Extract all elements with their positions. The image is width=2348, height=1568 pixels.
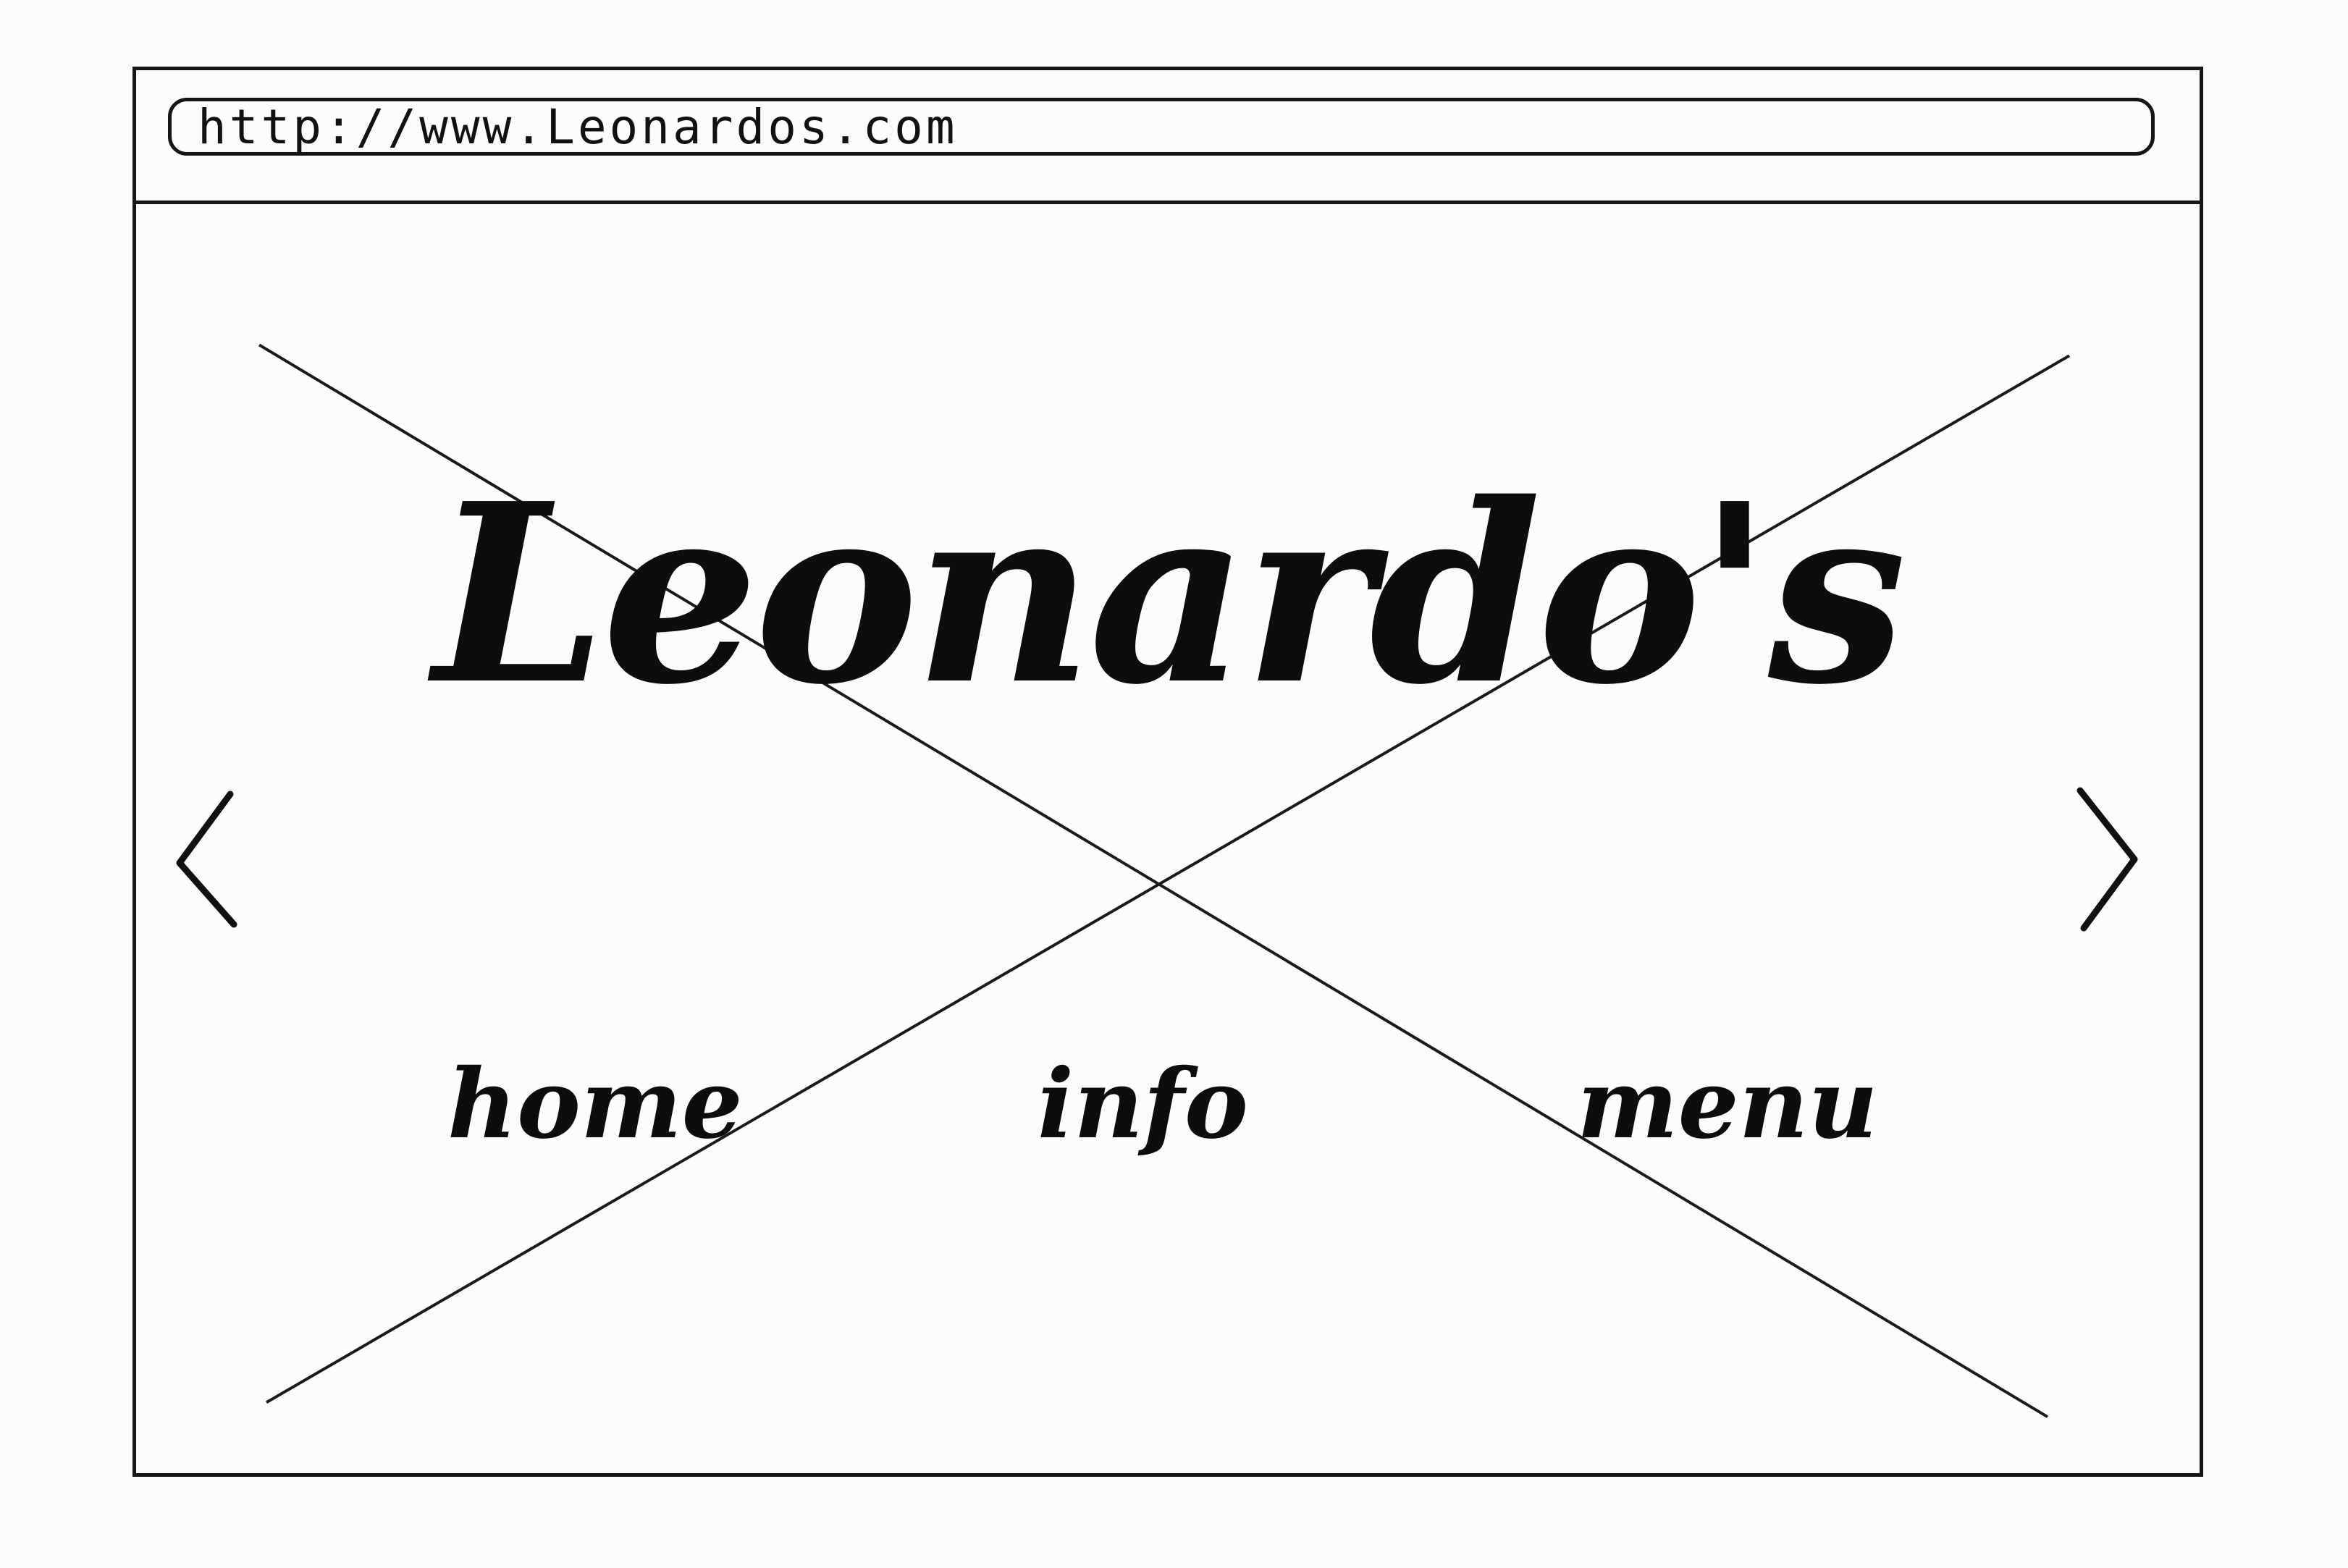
nav-menu-link[interactable]: menu (1577, 1057, 1878, 1152)
browser-toolbar: http://www.Leonardos.com (136, 70, 2200, 204)
browser-window: http://www.Leonardos.com Leonardo's home… (132, 67, 2203, 1477)
address-bar[interactable]: http://www.Leonardos.com (168, 98, 2155, 156)
nav-home-link[interactable]: home (447, 1057, 743, 1152)
chevron-right-icon[interactable] (2066, 780, 2145, 939)
url-text: http://www.Leonardos.com (198, 98, 958, 155)
nav-info-link[interactable]: info (1038, 1057, 1248, 1152)
hero-image-placeholder (258, 343, 2071, 1418)
page-viewport: Leonardo's home info menu (136, 204, 2200, 1473)
chevron-left-icon[interactable] (169, 780, 248, 939)
site-logo[interactable]: Leonardo's (136, 472, 2200, 718)
